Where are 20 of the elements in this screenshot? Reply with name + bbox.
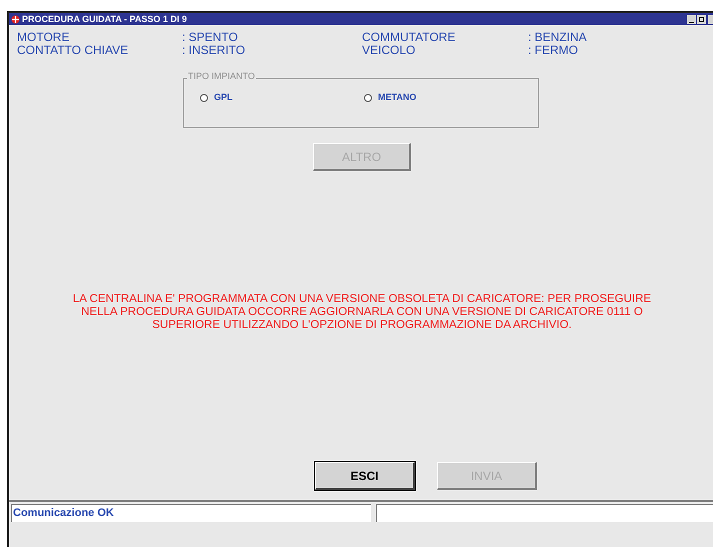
group-title: TIPO IMPIANTO <box>187 72 256 81</box>
status-bar-field: Comunicazione OK <box>11 504 371 522</box>
status-label: VEICOLO <box>362 44 416 57</box>
status-value: : SPENTO <box>182 31 239 44</box>
app-logo-icon <box>11 14 20 24</box>
warning-message: LA CENTRALINA E' PROGRAMMATA CON UNA VERSIONE OBSOLETA DI CARICATORE: PER PROSEGUIRE NELLA PROCEDURA GUIDATA OCCORRE AGGIORNARLA CON UNA VERSIONE DI CARICATORE 0111 O SUPERIORE UTILIZZANDO L'OPZIONE DI PROGRAMMAZIONE DA ARCHIVIO. <box>72 293 652 332</box>
status-value: : FERMO <box>528 44 579 57</box>
radio-option[interactable]: GPL <box>200 91 364 105</box>
dialog-button[interactable]: ESCI <box>315 462 415 490</box>
minimize-icon[interactable] <box>687 14 696 24</box>
status-label: MOTORE <box>17 31 70 44</box>
radio-button[interactable] <box>200 94 208 102</box>
status-value: : BENZINA <box>528 31 588 44</box>
status-label: CONTATTO CHIAVE <box>17 44 130 57</box>
restore-icon[interactable] <box>697 14 706 24</box>
status-label: COMMUTATORE <box>362 31 456 44</box>
radio-option[interactable]: METANO <box>364 91 416 105</box>
status-value: : INSERITO <box>182 44 246 57</box>
radio-button[interactable] <box>364 94 372 102</box>
window-title: PROCEDURA GUIDATA - PASSO 1 DI 9 <box>22 14 187 24</box>
